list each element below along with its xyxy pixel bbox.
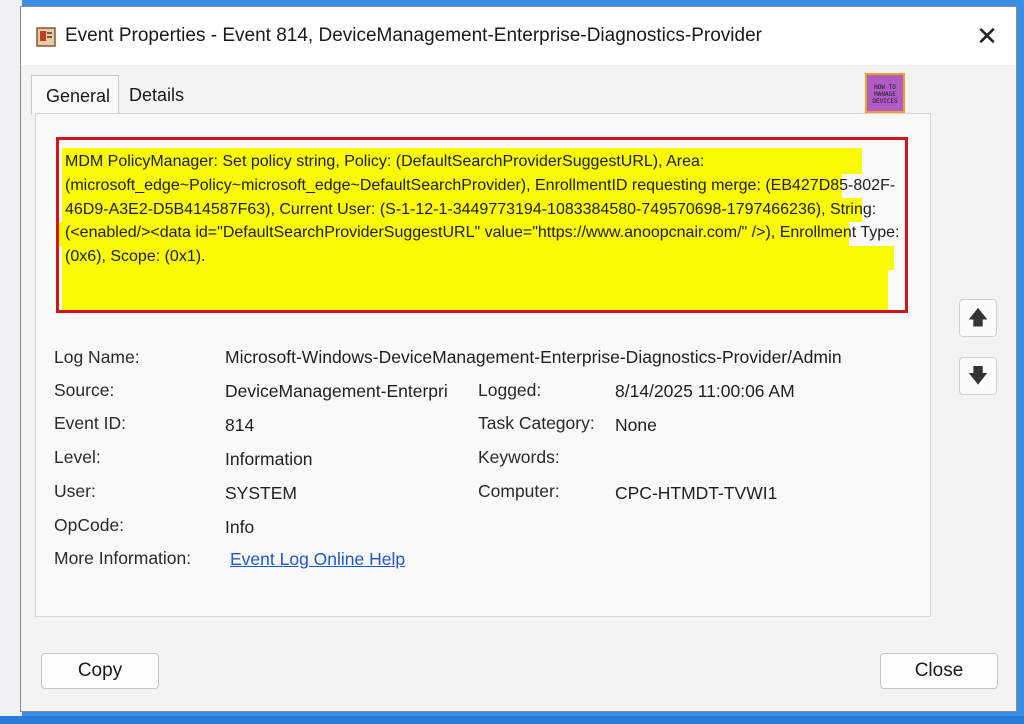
more-info-label: More Information: (54, 548, 192, 568)
computer-label: Computer: (478, 481, 560, 501)
event-description-box[interactable]: MDM PolicyManager: Set policy string, Po… (56, 137, 908, 313)
highlight-mark (62, 270, 888, 310)
task-category-label: Task Category: (478, 413, 595, 433)
user-label: User: (54, 481, 96, 501)
user-value: SYSTEM (225, 483, 297, 503)
event-viewer-icon (36, 27, 56, 47)
computer-value: CPC-HTMDT-TVWI1 (615, 483, 778, 503)
source-label: Source: (54, 380, 115, 400)
level-value: Information (225, 449, 313, 469)
log-name-label: Log Name: (54, 347, 140, 367)
arrow-up-icon[interactable]: 🡅 (959, 299, 997, 337)
tab-general[interactable]: General (31, 75, 119, 115)
event-log-help-link[interactable]: Event Log Online Help (230, 549, 405, 570)
title-bar: Event Properties - Event 814, DeviceMana… (21, 7, 1016, 65)
tab-details[interactable]: Details (129, 85, 184, 106)
level-label: Level: (54, 447, 101, 467)
arrow-down-icon[interactable]: 🡇 (959, 357, 997, 395)
opcode-value: Info (225, 517, 255, 537)
keywords-label: Keywords: (478, 447, 560, 467)
taskbar-edge (0, 716, 1024, 724)
event-id-value: 814 (225, 415, 255, 435)
window-title: Event Properties - Event 814, DeviceMana… (65, 25, 762, 46)
logged-value: 8/14/2025 11:00:06 AM (615, 381, 795, 401)
close-button[interactable]: Close (880, 653, 998, 689)
event-id-label: Event ID: (54, 413, 126, 433)
copy-button[interactable]: Copy (41, 653, 159, 689)
event-description-text: MDM PolicyManager: Set policy string, Po… (65, 153, 900, 266)
background-window-strip (0, 0, 22, 724)
opcode-label: OpCode: (54, 515, 125, 535)
logged-label: Logged: (478, 380, 542, 400)
how-to-manage-devices-logo: HOW TO MANAGE DEVICES (865, 73, 905, 113)
event-properties-dialog: Event Properties - Event 814, DeviceMana… (20, 6, 1017, 712)
source-value: DeviceManagement-Enterpri (225, 381, 448, 401)
log-name-value: Microsoft-Windows-DeviceManagement-Enter… (225, 347, 842, 367)
task-category-value: None (615, 415, 657, 435)
close-icon[interactable]: ✕ (972, 21, 1002, 51)
